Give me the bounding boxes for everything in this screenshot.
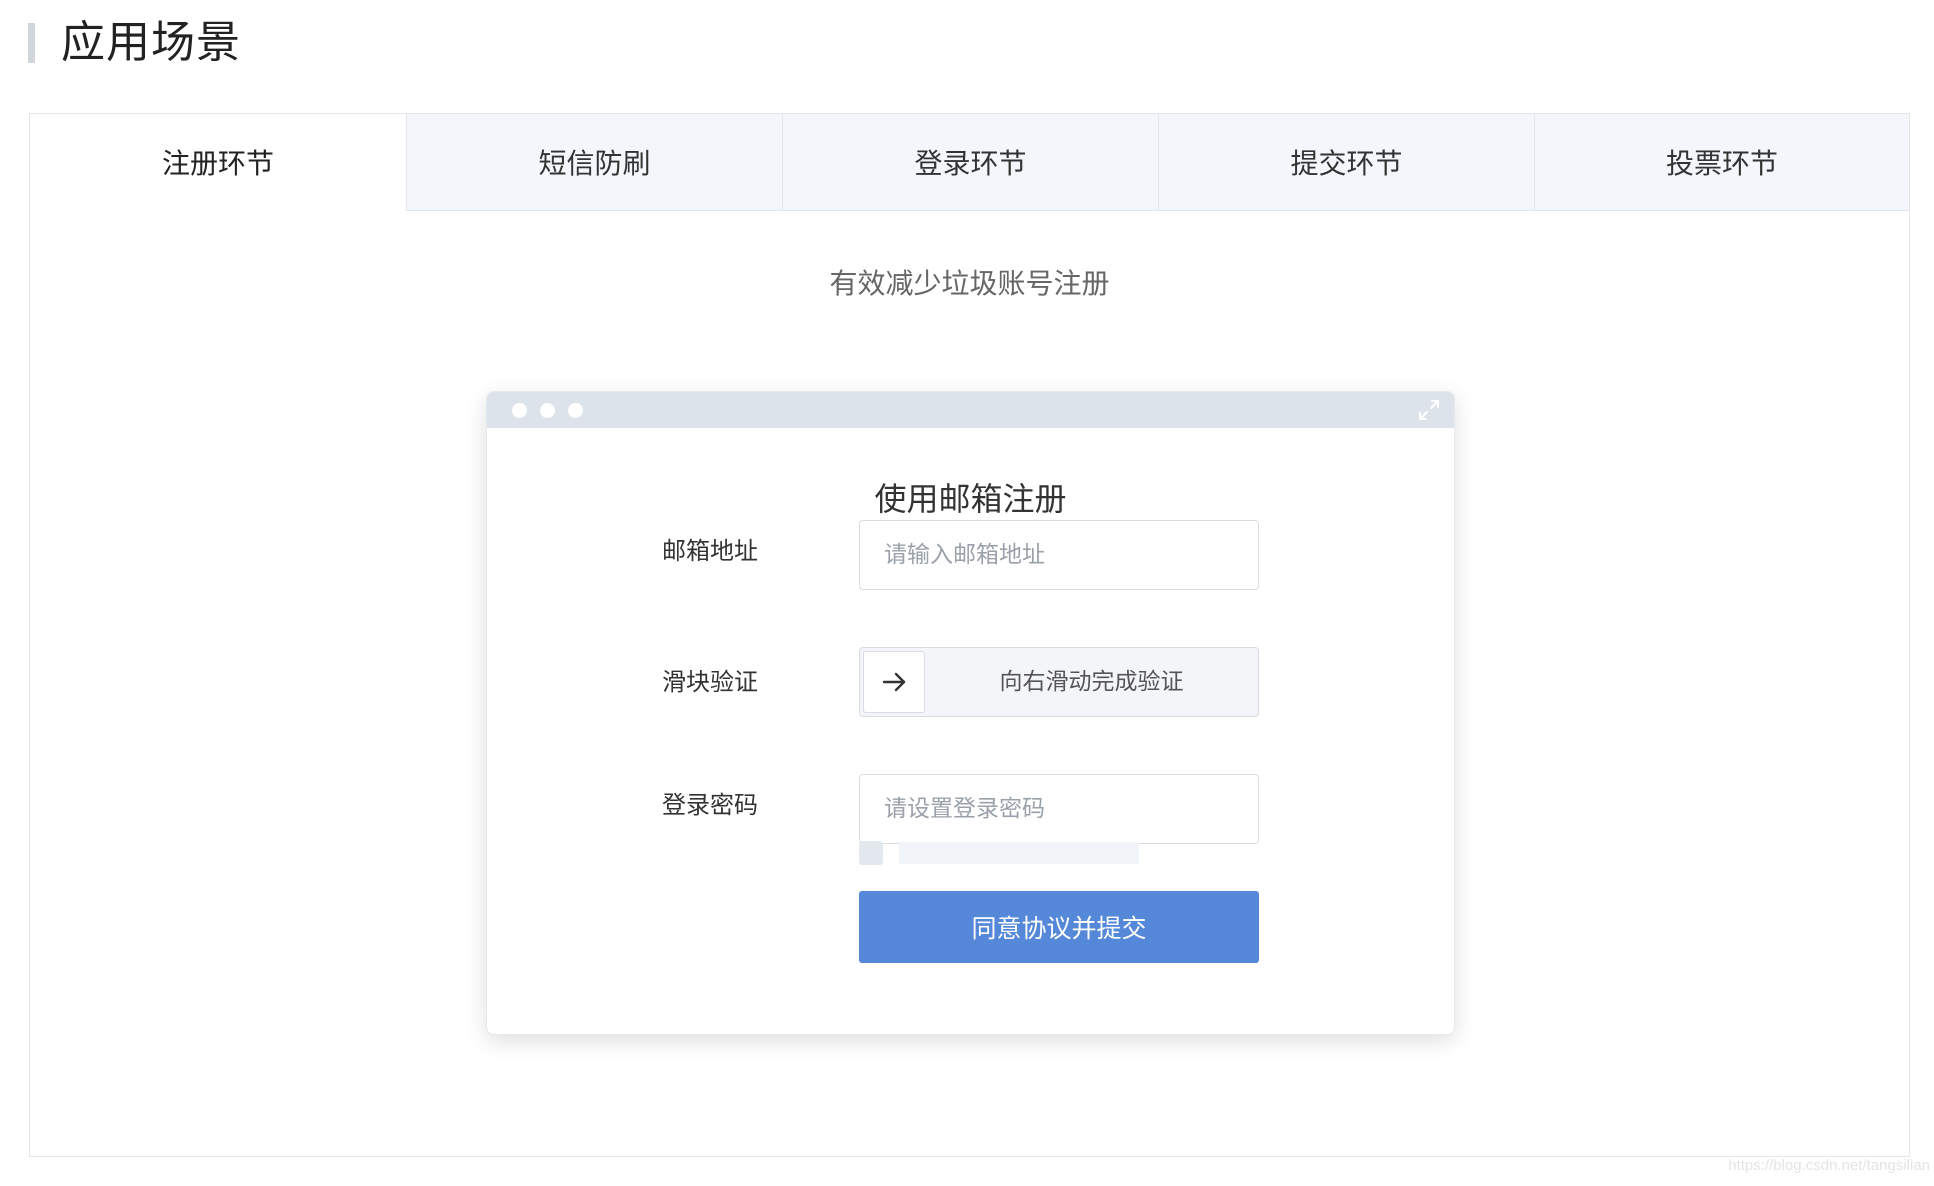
watermark: https://blog.csdn.net/tangsilian	[1728, 1157, 1930, 1174]
slider-hint: 向右滑动完成验证	[999, 669, 1184, 695]
tab-register[interactable]: 注册环节	[30, 114, 406, 211]
slider-handle[interactable]	[863, 651, 925, 713]
password-input[interactable]	[859, 774, 1259, 844]
scenario-tabs: 注册环节 短信防刷 登录环节 提交环节 投票环节	[30, 114, 1909, 211]
email-input[interactable]	[859, 520, 1259, 590]
slider-captcha[interactable]: 向右滑动完成验证	[859, 647, 1259, 717]
section-title: 应用场景	[61, 17, 241, 68]
window-dot-1	[512, 403, 527, 418]
tab-submit[interactable]: 提交环节	[1158, 114, 1534, 211]
email-label: 邮箱地址	[662, 537, 758, 565]
expand-icon[interactable]	[1416, 397, 1442, 423]
tab-vote[interactable]: 投票环节	[1534, 114, 1909, 211]
window-title-bar	[487, 392, 1454, 428]
window-dot-3	[568, 403, 583, 418]
form-title: 使用邮箱注册	[874, 480, 1067, 518]
tab-login[interactable]: 登录环节	[782, 114, 1158, 211]
agree-submit-button[interactable]: 同意协议并提交	[859, 891, 1259, 963]
agreement-text-placeholder	[899, 842, 1139, 864]
tab-sms-protection[interactable]: 短信防刷	[406, 114, 782, 211]
section-heading: 应用场景	[28, 18, 241, 68]
tab-caption: 有效减少垃圾账号注册	[829, 267, 1110, 300]
arrow-right-icon	[882, 672, 906, 692]
demo-browser-window: 使用邮箱注册 邮箱地址 滑块验证 向右滑动完成验证 登录密码 同意协议并提交	[486, 391, 1455, 1035]
scenario-panel: 注册环节 短信防刷 登录环节 提交环节 投票环节 有效减少垃圾账号注册 使用邮箱…	[29, 113, 1910, 1157]
password-label: 登录密码	[662, 791, 758, 819]
window-dot-2	[540, 403, 555, 418]
slider-label: 滑块验证	[662, 668, 758, 696]
section-accent-bar	[28, 23, 35, 63]
agreement-checkbox[interactable]	[859, 841, 883, 865]
